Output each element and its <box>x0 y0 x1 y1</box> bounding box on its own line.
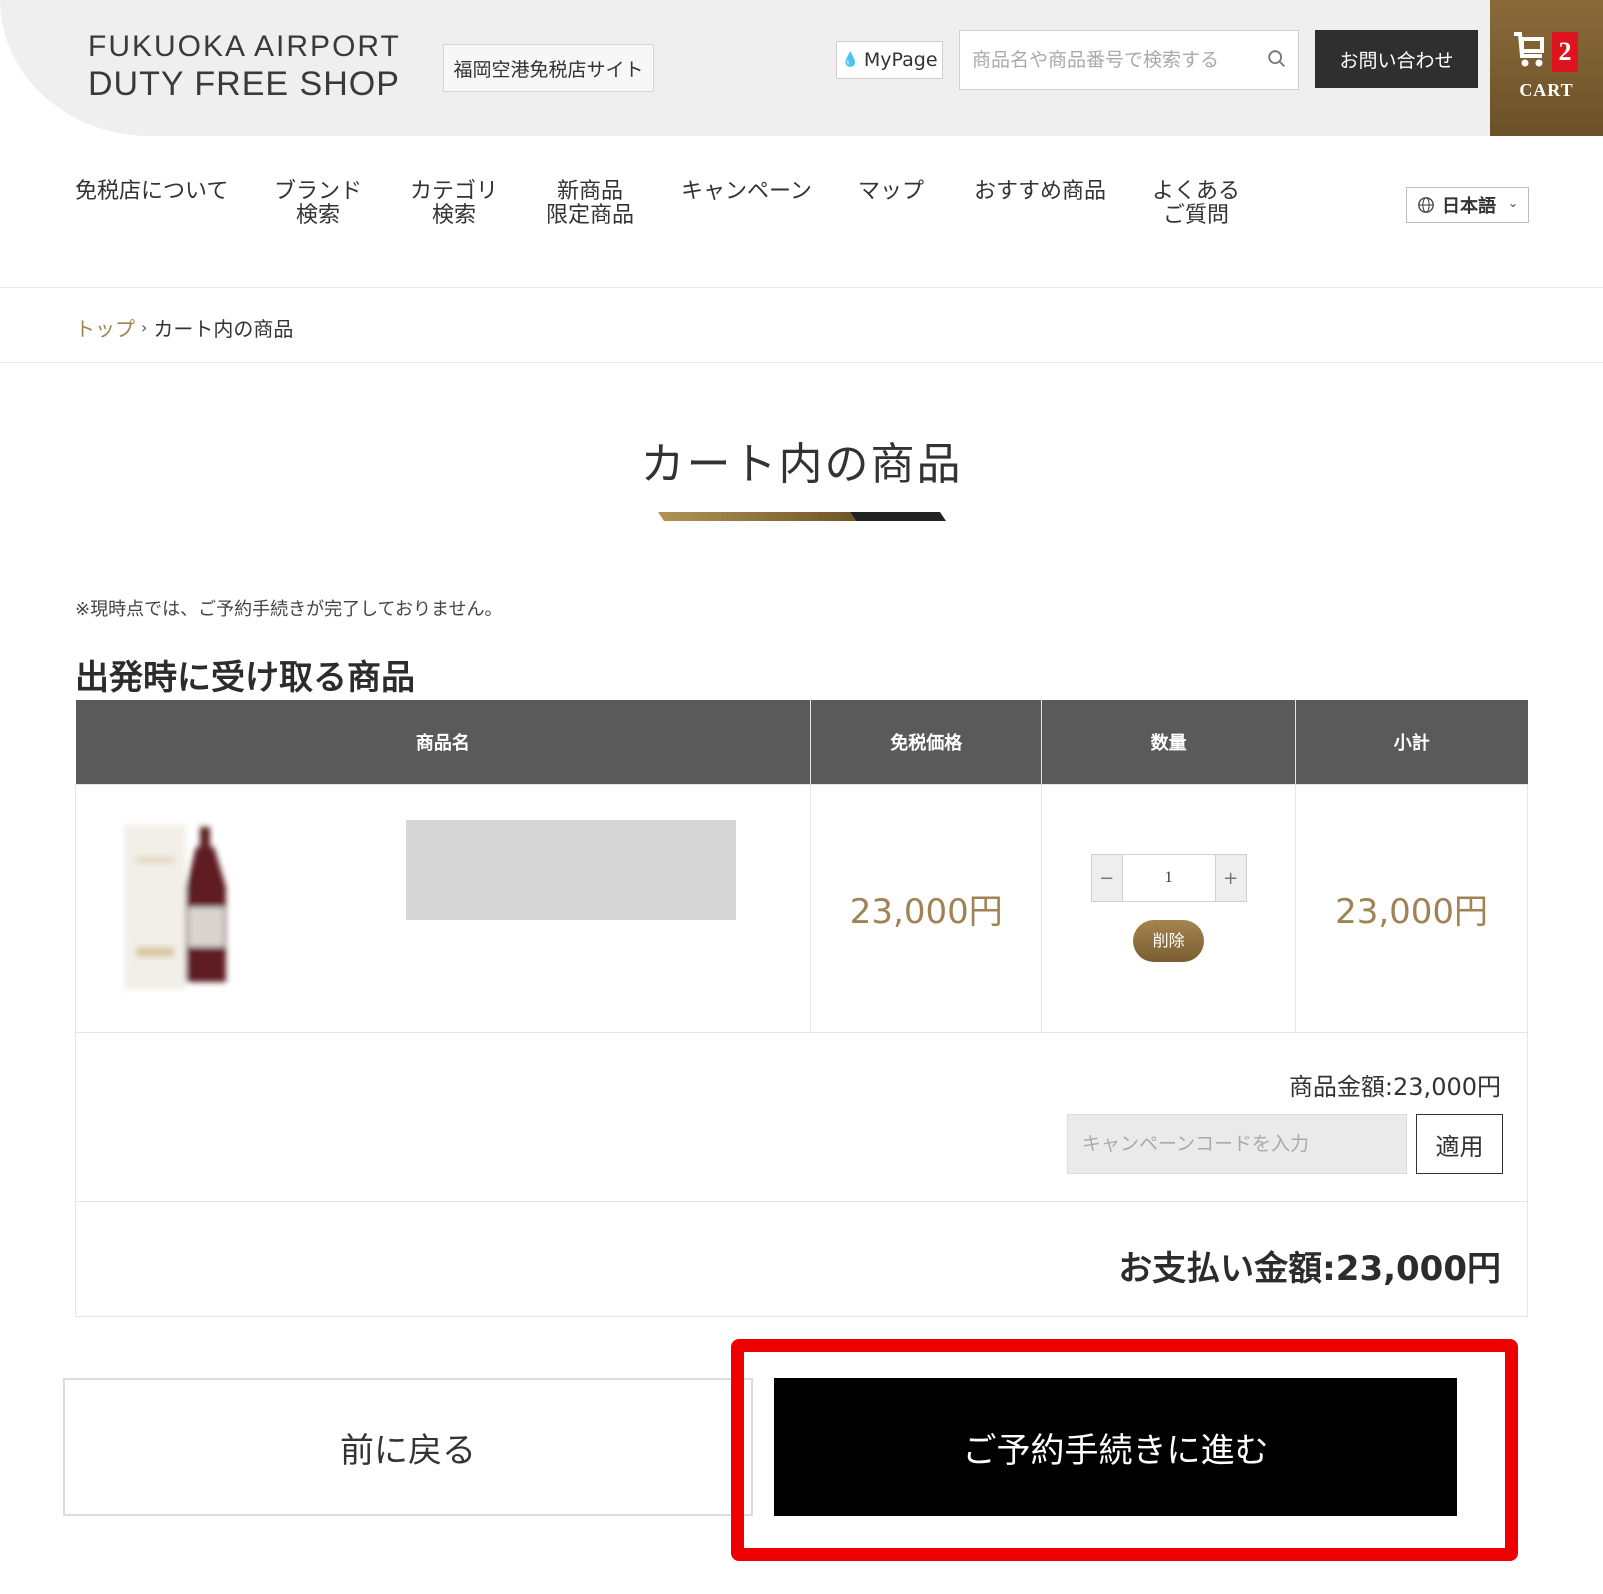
site-link-button[interactable]: 福岡空港免税店サイト <box>443 44 654 92</box>
chevron-down-icon: ⌄ <box>1507 196 1518 210</box>
proceed-reservation-button[interactable]: ご予約手続きに進む <box>774 1378 1457 1516</box>
column-header-subtotal: 小計 <box>1295 700 1528 784</box>
table-header-row: 商品名 免税価格 数量 小計 <box>75 700 1528 784</box>
nav-item-new-products[interactable]: 新商品 限定商品 <box>546 180 634 228</box>
search-box <box>959 30 1299 90</box>
contact-button[interactable]: お問い合わせ <box>1315 30 1478 88</box>
cart-count-badge: 2 <box>1552 32 1578 72</box>
nav-item-campaign[interactable]: キャンペーン <box>681 180 812 204</box>
nav-label: キャンペーン <box>681 179 812 204</box>
site-logo[interactable]: FUKUOKA AIRPORT DUTY FREE SHOP <box>88 30 401 104</box>
globe-icon <box>1418 197 1434 213</box>
nav-item-faq[interactable]: よくある ご質問 <box>1152 180 1240 228</box>
search-icon[interactable] <box>1266 48 1288 70</box>
nav-label: マップ <box>858 179 925 204</box>
nav-label-line2: 検索 <box>432 203 477 228</box>
nav-label: おすすめ商品 <box>974 179 1107 204</box>
campaign-code-field <box>1067 1114 1407 1174</box>
nav-item-map[interactable]: マップ <box>858 180 924 204</box>
column-header-product: 商品名 <box>75 700 812 784</box>
payment-total: お支払い金額:23,000円 <box>1118 1249 1501 1289</box>
increase-quantity-button[interactable]: + <box>1215 855 1246 901</box>
logo-line1: FUKUOKA AIRPORT <box>88 30 401 63</box>
quantity-stepper: − 1 + <box>1090 854 1247 902</box>
row-subtotal: 23,000円 <box>1295 783 1528 1033</box>
table-row: 23,000円 − 1 + 削除 23,000円 <box>74 783 1528 1033</box>
nav-label: よくある <box>1152 179 1241 204</box>
nav-item-recommended[interactable]: おすすめ商品 <box>974 180 1106 204</box>
page-title: カート内の商品 <box>640 439 963 490</box>
cart-icon <box>1514 32 1544 67</box>
site-header: FUKUOKA AIRPORT DUTY FREE SHOP 福岡空港免税店サイ… <box>0 0 1603 136</box>
main-nav: 免税店について ブランド 検索 カテゴリ 検索 新商品 限定商品 キャンペーン … <box>0 136 1603 288</box>
apply-button[interactable]: 適用 <box>1416 1114 1503 1174</box>
goods-amount: 商品金額:23,000円 <box>1288 1073 1501 1101</box>
breadcrumb-home-link[interactable]: トップ <box>75 313 135 342</box>
nav-label: ブランド <box>274 179 363 204</box>
search-input[interactable] <box>960 31 1250 89</box>
breadcrumb-divider <box>0 362 1603 363</box>
back-button[interactable]: 前に戻る <box>63 1378 753 1516</box>
campaign-code-input[interactable] <box>1068 1115 1406 1173</box>
cart-summary: 商品金額:23,000円 適用 お支払い金額:23,000円 <box>75 1031 1528 1317</box>
delete-button[interactable]: 削除 <box>1133 920 1205 962</box>
title-underline-decoration <box>658 512 946 521</box>
cart-button[interactable]: 2 CART <box>1490 0 1603 136</box>
summary-divider <box>76 1201 1527 1202</box>
unit-price: 23,000円 <box>810 783 1043 1033</box>
cart-label: CART <box>1519 80 1574 100</box>
mypage-button[interactable]: 💧 MyPage <box>836 41 943 79</box>
drop-icon: 💧 <box>841 52 859 68</box>
nav-label-line2: 検索 <box>296 203 341 228</box>
quantity-cell: − 1 + 削除 <box>1041 783 1297 1033</box>
column-header-price: 免税価格 <box>810 700 1043 784</box>
nav-label-line2: 限定商品 <box>546 203 635 228</box>
logo-line2: DUTY FREE SHOP <box>88 65 400 103</box>
breadcrumb-separator: › <box>141 318 148 337</box>
breadcrumb-current: カート内の商品 <box>153 317 294 341</box>
product-cell <box>74 783 812 1033</box>
nav-label-line2: ご質問 <box>1163 203 1230 228</box>
mypage-label: MyPage <box>863 49 938 71</box>
section-title: 出発時に受け取る商品 <box>75 658 415 698</box>
language-label: 日本語 <box>1442 196 1496 217</box>
nav-label: 新商品 <box>557 179 624 204</box>
language-select[interactable]: 日本語 ⌄ <box>1406 187 1529 223</box>
nav-item-category-search[interactable]: カテゴリ 検索 <box>410 180 498 228</box>
decrease-quantity-button[interactable]: − <box>1091 855 1122 901</box>
nav-label: 免税店について <box>75 179 229 204</box>
column-header-quantity: 数量 <box>1041 700 1297 784</box>
reservation-notice: ※現時点では、ご予約手続きが完了しておりません。 <box>75 599 503 620</box>
product-name-redacted[interactable] <box>406 819 736 920</box>
quantity-value[interactable]: 1 <box>1121 855 1216 901</box>
nav-item-brand-search[interactable]: ブランド 検索 <box>274 180 362 228</box>
nav-item-about[interactable]: 免税店について <box>75 180 228 204</box>
nav-label: カテゴリ <box>410 179 499 204</box>
breadcrumb: トップ › カート内の商品 <box>75 313 293 342</box>
cart-table: 商品名 免税価格 数量 小計 23,000円 − 1 + 削除 23,000円 <box>74 700 1528 1033</box>
product-image[interactable] <box>116 817 256 997</box>
